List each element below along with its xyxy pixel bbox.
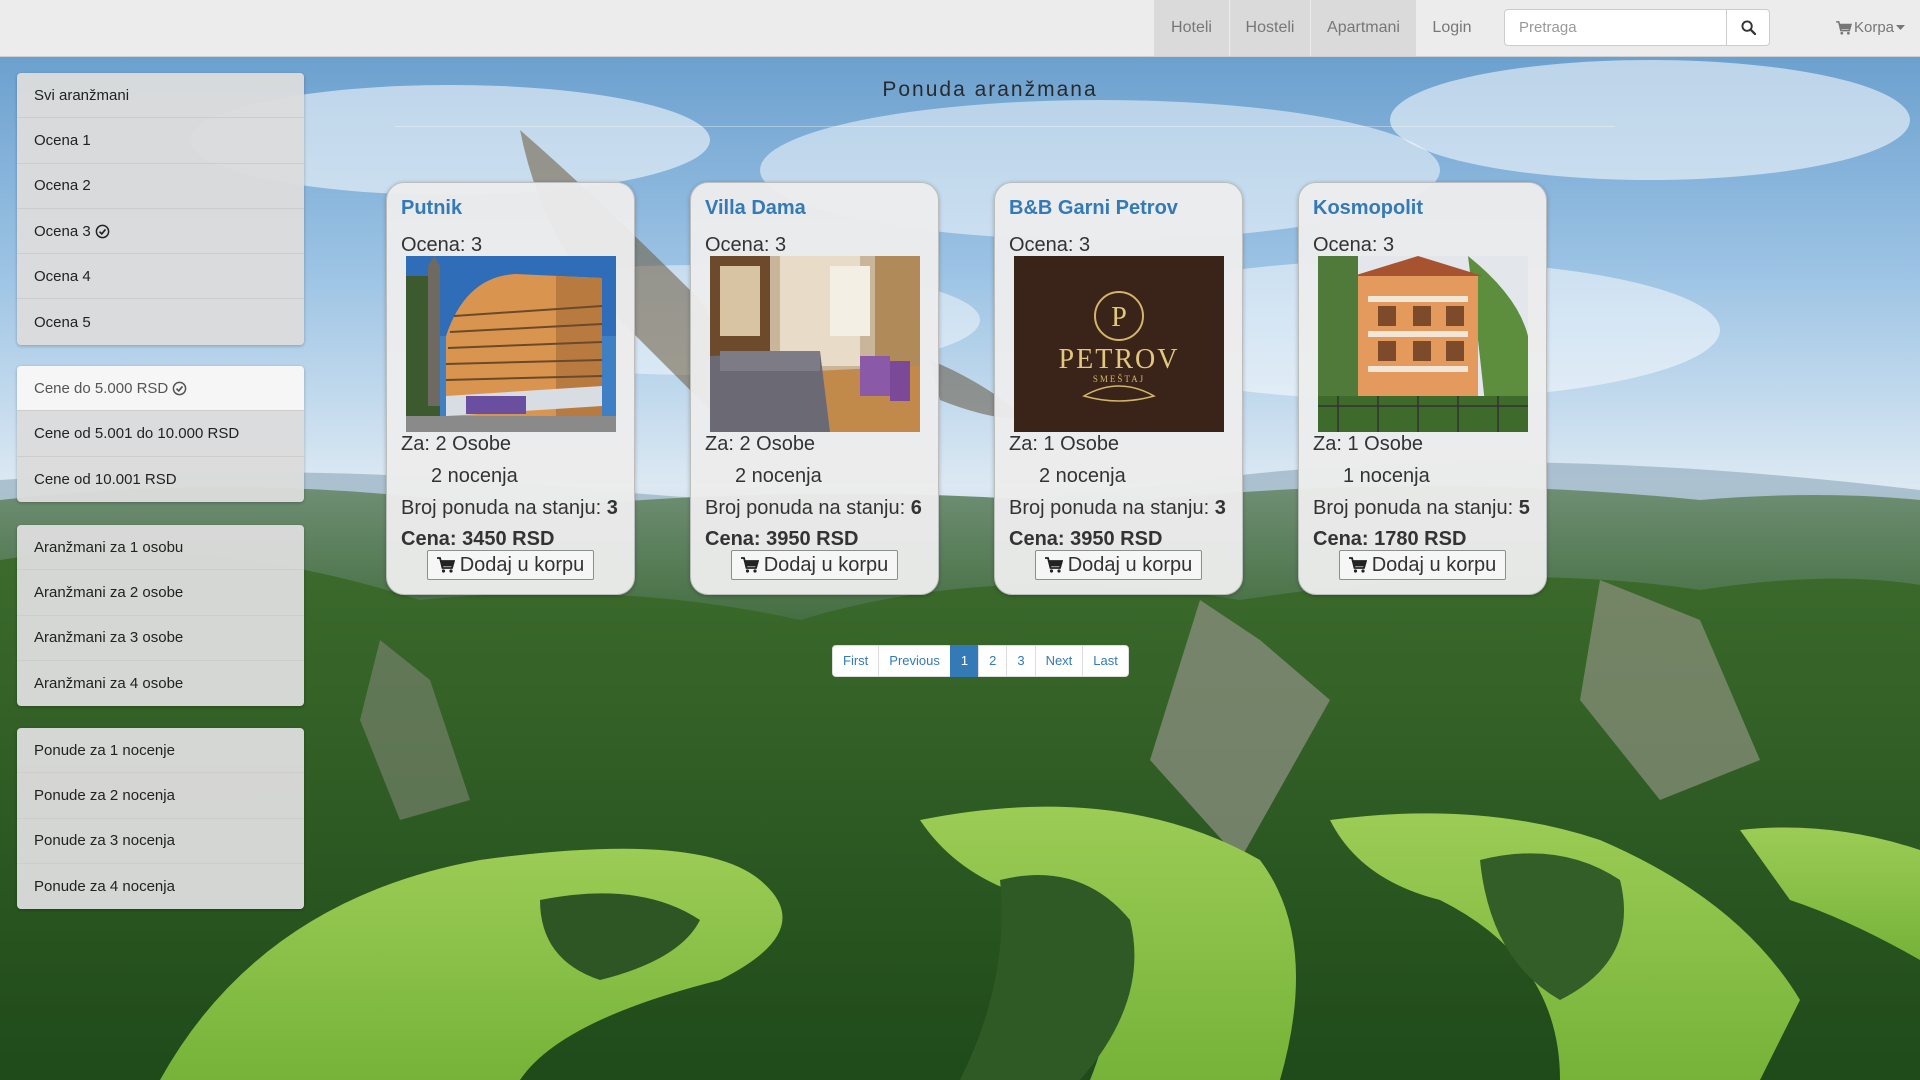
svg-text:PETROV: PETROV (1059, 344, 1180, 375)
offer-stock: Broj ponuda na stanju: 5 (1313, 497, 1530, 519)
top-navbar: Hoteli Hosteli Apartmani Login Korpa (0, 0, 1920, 57)
pagination-next[interactable]: Next (1034, 645, 1084, 677)
svg-text:SMEŠTAJ: SMEŠTAJ (1093, 374, 1145, 384)
nav-link-hosteli[interactable]: Hosteli (1230, 0, 1310, 56)
offer-persons: Za: 2 Osobe (401, 433, 512, 455)
offer-name-link[interactable]: Putnik (401, 197, 462, 220)
shopping-cart-icon (1836, 21, 1852, 35)
offer-rating: Ocena: 3 (1313, 234, 1395, 256)
offer-rating: Ocena: 3 (705, 234, 787, 256)
offer-stock: Broj ponuda na stanju: 6 (705, 497, 922, 519)
offer-persons: Za: 2 Osobe (705, 433, 816, 455)
sidebar-persons-group: Aranžmani za 1 osobu Aranžmani za 2 osob… (17, 525, 304, 707)
sidebar-item-rating-3[interactable]: Ocena 3 (17, 209, 304, 255)
pagination-first[interactable]: First (832, 645, 880, 677)
offer-image-orange-house (1318, 256, 1528, 432)
shopping-cart-icon (1044, 557, 1063, 573)
nav-link-hoteli[interactable]: Hoteli (1154, 0, 1229, 56)
svg-text:P: P (1111, 302, 1127, 333)
sidebar-item-persons-4[interactable]: Aranžmani za 4 osobe (17, 661, 304, 706)
offer-name-link[interactable]: Kosmopolit (1313, 197, 1423, 220)
sidebar-item-price-from-10001[interactable]: Cene od 10.001 RSD (17, 457, 304, 502)
nav-link-apartmani[interactable]: Apartmani (1311, 0, 1416, 56)
sidebar-item-price-5001-10000[interactable]: Cene od 5.001 do 10.000 RSD (17, 411, 304, 457)
offer-stock: Broj ponuda na stanju: 3 (401, 497, 618, 519)
sidebar-item-all[interactable]: Svi aranžmani (17, 73, 304, 119)
sidebar-item-rating-1[interactable]: Ocena 1 (17, 118, 304, 164)
offer-stock: Broj ponuda na stanju: 3 (1009, 497, 1226, 519)
sidebar-item-nights-3[interactable]: Ponude za 3 nocenja (17, 819, 304, 864)
offer-nights: 2 nocenja (1039, 465, 1126, 487)
sidebar-item-nights-4[interactable]: Ponude za 4 nocenja (17, 864, 304, 909)
search-icon (1740, 20, 1756, 35)
sidebar-item-persons-1[interactable]: Aranžmani za 1 osobu (17, 525, 304, 571)
search-button[interactable] (1726, 9, 1770, 46)
shopping-cart-icon (740, 557, 759, 573)
offer-rating: Ocena: 3 (401, 234, 483, 256)
offer-card: B&B Garni Petrov Ocena: 3 P PETROV SMEŠT… (994, 182, 1243, 595)
add-to-cart-button[interactable]: Dodaj u korpu (1035, 550, 1202, 580)
offer-image-petrov-logo: P PETROV SMEŠTAJ (1014, 256, 1224, 432)
sidebar-item-nights-2[interactable]: Ponude za 2 nocenja (17, 773, 304, 819)
check-circle-icon (172, 381, 187, 395)
title-divider (395, 126, 1615, 127)
cart-label: Korpa (1854, 19, 1895, 36)
offer-image-apartment-interior (710, 256, 920, 432)
search-input[interactable] (1504, 9, 1728, 46)
shopping-cart-icon (436, 557, 455, 573)
offer-rating: Ocena: 3 (1009, 234, 1091, 256)
offer-nights: 2 nocenja (431, 465, 518, 487)
cart-dropdown[interactable]: Korpa (1836, 0, 1906, 56)
offer-card: Kosmopolit Ocena: 3 Za: 1 Osobe 1 nocenj… (1298, 182, 1547, 595)
sidebar-item-rating-4[interactable]: Ocena 4 (17, 254, 304, 300)
offer-price: Cena: 3950 RSD (705, 528, 859, 550)
offer-card: Villa Dama Ocena: 3 Za: 2 Osobe 2 nocenj… (690, 182, 939, 595)
sidebar-ratings-group: Svi aranžmani Ocena 1 Ocena 2 Ocena 3 Oc… (17, 73, 304, 345)
offer-price: Cena: 3950 RSD (1009, 528, 1163, 550)
shopping-cart-icon (1348, 557, 1367, 573)
offer-name-link[interactable]: Villa Dama (705, 197, 806, 220)
sidebar-item-rating-5[interactable]: Ocena 5 (17, 299, 304, 344)
sidebar-item-persons-2[interactable]: Aranžmani za 2 osobe (17, 570, 304, 616)
sidebar-nights-group: Ponude za 1 nocenje Ponude za 2 nocenja … (17, 728, 304, 910)
offer-card: Putnik Ocena: 3 Za: 2 Osobe 2 nocenja Br… (386, 182, 635, 595)
pagination-previous[interactable]: Previous (878, 645, 951, 677)
sidebar-item-nights-1[interactable]: Ponude za 1 nocenje (17, 728, 304, 774)
offer-nights: 1 nocenja (1343, 465, 1430, 487)
offer-price: Cena: 1780 RSD (1313, 528, 1467, 550)
check-circle-icon (95, 224, 110, 238)
pagination-page-2[interactable]: 2 (978, 645, 1008, 677)
sidebar-item-persons-3[interactable]: Aranžmani za 3 osobe (17, 616, 304, 661)
caret-down-icon (1896, 25, 1906, 30)
sidebar-item-rating-2[interactable]: Ocena 2 (17, 164, 304, 209)
pagination: First Previous 1 2 3 Next Last (832, 645, 1129, 677)
nav-link-login[interactable]: Login (1418, 0, 1486, 56)
add-to-cart-button[interactable]: Dodaj u korpu (427, 550, 594, 580)
offer-nights: 2 nocenja (735, 465, 822, 487)
pagination-page-3[interactable]: 3 (1006, 645, 1036, 677)
offer-persons: Za: 1 Osobe (1009, 433, 1120, 455)
pagination-page-1[interactable]: 1 (949, 645, 980, 677)
offer-price: Cena: 3450 RSD (401, 528, 555, 550)
sidebar-prices-group: Cene do 5.000 RSD Cene od 5.001 do 10.00… (17, 366, 304, 502)
add-to-cart-button[interactable]: Dodaj u korpu (1339, 550, 1506, 580)
offer-name-link[interactable]: B&B Garni Petrov (1009, 197, 1178, 220)
add-to-cart-button[interactable]: Dodaj u korpu (731, 550, 898, 580)
offer-image-hotel-building (406, 256, 616, 432)
offer-persons: Za: 1 Osobe (1313, 433, 1424, 455)
pagination-last[interactable]: Last (1082, 645, 1129, 677)
page-title: Ponuda aranžmana (882, 78, 1098, 101)
sidebar-item-price-up-to-5000[interactable]: Cene do 5.000 RSD (17, 366, 304, 412)
